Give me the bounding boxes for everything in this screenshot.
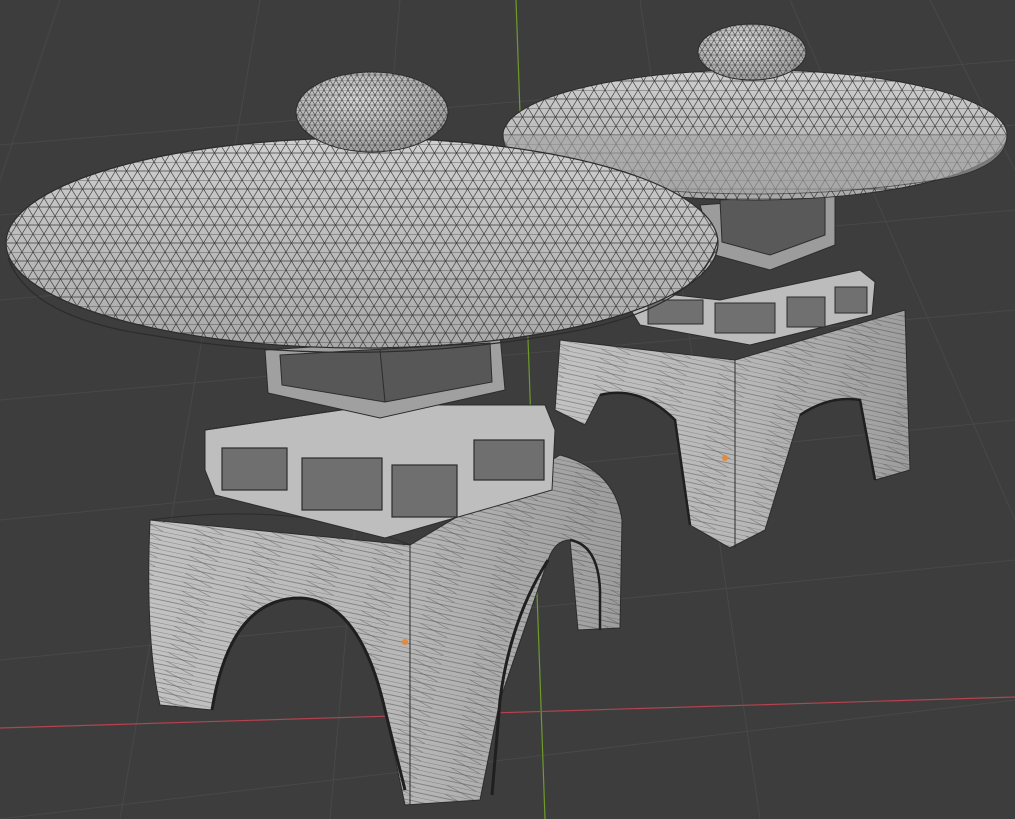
x-axis-line <box>0 696 1015 729</box>
back-lantern-origin[interactable] <box>722 455 728 461</box>
3d-viewport[interactable] <box>0 0 1015 819</box>
front-lantern-origin[interactable] <box>402 639 408 645</box>
viewport-canvas[interactable] <box>0 0 1015 819</box>
stone-lantern-front[interactable] <box>5 71 719 810</box>
